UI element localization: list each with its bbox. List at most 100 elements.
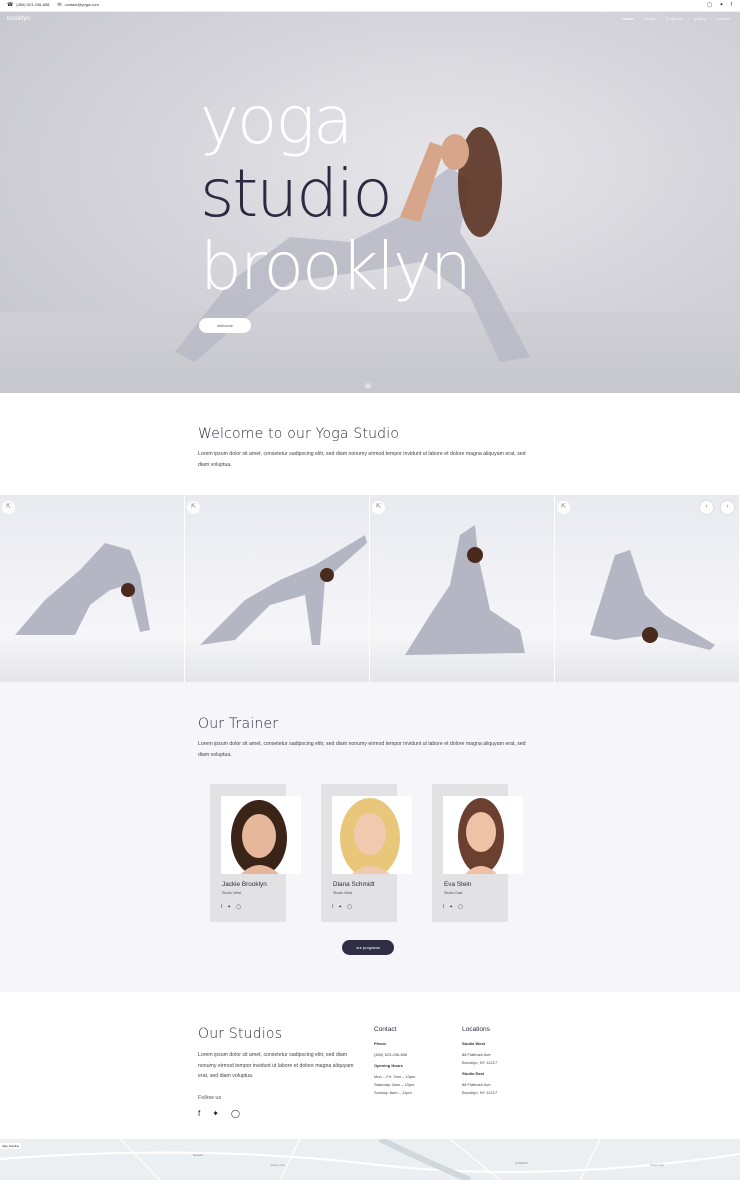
expand-icon[interactable]: ⇱ xyxy=(2,501,15,514)
map-label: Newark xyxy=(193,1153,204,1157)
welcome-heading: Welcome to our Yoga Studio xyxy=(198,426,400,442)
twitter-icon[interactable]: ✦ xyxy=(449,904,453,910)
instagram-icon[interactable]: ◯ xyxy=(231,1109,240,1118)
hero-title: yoga studio brooklyn xyxy=(200,82,472,305)
studio-east-label: Studio East xyxy=(462,1071,485,1076)
top-bar: ☎ (450) 523-236-658 ✉ contact@yoga.com ◯ ✦… xyxy=(0,0,740,12)
gallery-prev-arrow[interactable]: ‹ xyxy=(700,501,713,514)
facebook-icon[interactable]: f xyxy=(443,904,444,910)
trainers-text: Lorem ipsum dolor sit amet, consetetur s… xyxy=(198,741,526,758)
studios-section: Our Studios Lorem ipsum dolor sit amet, … xyxy=(198,1026,363,1118)
email-item[interactable]: ✉ contact@yoga.com xyxy=(57,2,99,8)
trainer-studio: Studio East xyxy=(444,891,463,895)
trainer-socials: f ✦ ◯ xyxy=(221,904,241,910)
twitter-icon[interactable]: ✦ xyxy=(338,904,342,910)
trainer-cards: Jackie Brooklyn Studio West f ✦ ◯ Diana Sc… xyxy=(210,784,523,922)
trainer-photo xyxy=(332,796,412,874)
address-line: Brooklyn, NY 11217 xyxy=(462,1090,498,1095)
yoga-pose-image xyxy=(405,525,525,655)
trainers-heading: Our Trainer xyxy=(198,716,279,732)
trainer-photo xyxy=(221,796,301,874)
welcome-text: Lorem ipsum dolor sit amet, consetetur s… xyxy=(198,451,526,468)
phone-number[interactable]: (450) 523-236-658 xyxy=(374,1051,415,1058)
studio-west-label: Studio West xyxy=(462,1041,486,1046)
gallery-image[interactable]: ⇱ xyxy=(0,495,185,682)
gallery-image[interactable]: ⇱ xyxy=(370,495,555,682)
yoga-pose-image xyxy=(15,543,150,635)
hours-line: Saturday: 8am – 10pm xyxy=(374,1082,415,1087)
nav-gallery[interactable]: gallery xyxy=(694,16,706,21)
nav-separator: / xyxy=(638,16,640,21)
slider-dot[interactable] xyxy=(365,383,371,389)
trainer-studio: Studio West xyxy=(333,891,353,895)
nav-home[interactable]: home xyxy=(623,16,634,21)
hero: brooklyn home / studio / programs / gallery… xyxy=(0,12,740,393)
facebook-icon[interactable]: f xyxy=(332,904,333,910)
gallery-image[interactable]: ⇱ xyxy=(185,495,370,682)
twitter-icon[interactable]: ✦ xyxy=(212,1109,219,1118)
nav-programs[interactable]: programs xyxy=(666,16,683,21)
locations-heading: Locations xyxy=(462,1026,490,1033)
top-social: ◯ ✦ f xyxy=(707,2,732,8)
studios-text: Lorem ipsum dolor sit amet, consetetur s… xyxy=(198,1052,354,1079)
instagram-icon[interactable]: ◯ xyxy=(347,904,352,910)
facebook-icon[interactable]: f xyxy=(221,904,222,910)
gallery-next-arrow[interactable]: › xyxy=(721,501,734,514)
phone-label: Phone xyxy=(374,1041,387,1046)
trainer-card[interactable]: Jackie Brooklyn Studio West f ✦ ◯ xyxy=(210,784,301,922)
locations-column: Locations Studio West 88 Flatbush Ave Br… xyxy=(462,1026,497,1097)
instagram-icon[interactable]: ◯ xyxy=(707,2,713,8)
trainer-card[interactable]: Diana Schmidt Studio West f ✦ ◯ xyxy=(321,784,412,922)
address-line: 88 Flatbush Ave xyxy=(462,1052,491,1057)
footer-socials: f ✦ ◯ xyxy=(198,1109,363,1118)
trainer-photo xyxy=(443,796,523,874)
follow-us-label: Follow us xyxy=(198,1094,222,1101)
expand-icon[interactable]: ⇱ xyxy=(187,501,200,514)
trainer-name: Jackie Brooklyn xyxy=(222,881,267,888)
gallery: ⇱ ⇱ ⇱ ⇱ xyxy=(0,495,740,682)
our-programs-button[interactable]: our programs xyxy=(342,940,394,955)
trainer-socials: f ✦ ◯ xyxy=(443,904,463,910)
trainer-card[interactable]: Eva Stein Studio East f ✦ ◯ xyxy=(432,784,523,922)
hours-line: Mon – Fri: 7am – 10pm xyxy=(374,1074,416,1079)
map-type-control[interactable]: Map Satellite xyxy=(0,1143,22,1149)
studios-heading: Our Studios xyxy=(198,1026,283,1042)
instagram-icon[interactable]: ◯ xyxy=(236,904,241,910)
trainer-socials: f ✦ ◯ xyxy=(332,904,352,910)
twitter-icon[interactable]: ✦ xyxy=(227,904,231,910)
expand-icon[interactable]: ⇱ xyxy=(372,501,385,514)
brand-logo[interactable]: brooklyn xyxy=(7,16,30,22)
hero-title-line: yoga xyxy=(200,82,353,159)
welcome-button[interactable]: welcome xyxy=(199,318,251,333)
contact-column: Contact Phone (450) 523-236-658 Opening … xyxy=(374,1026,415,1097)
address-line: 88 Flatbush Ave xyxy=(462,1082,491,1087)
main-nav: home / studio / programs / gallery / contact xyxy=(623,16,730,21)
phone-item[interactable]: ☎ (450) 523-236-658 xyxy=(7,2,49,8)
address-line: Brooklyn, NY 11217 xyxy=(462,1060,498,1065)
mail-icon: ✉ xyxy=(57,2,62,8)
hours-line: Sunday: 8am – 11pm xyxy=(374,1090,412,1095)
yoga-pose-image xyxy=(200,535,367,645)
gallery-image[interactable]: ⇱ xyxy=(555,495,740,682)
map[interactable]: Map Satellite Newark Jersey City QUEENS … xyxy=(0,1139,740,1180)
expand-icon[interactable]: ⇱ xyxy=(557,501,570,514)
facebook-icon[interactable]: f xyxy=(198,1109,200,1118)
yoga-pose-image xyxy=(590,550,715,650)
nav-separator: / xyxy=(710,16,713,21)
nav-contact[interactable]: contact xyxy=(717,16,730,21)
twitter-icon[interactable]: ✦ xyxy=(719,2,723,8)
hero-title-line: brooklyn xyxy=(200,228,472,305)
phone-text: (450) 523-236-658 xyxy=(16,2,50,7)
email-text: contact@yoga.com xyxy=(64,2,99,7)
phone-icon: ☎ xyxy=(7,2,14,8)
facebook-icon[interactable]: f xyxy=(731,2,732,8)
trainer-name: Diana Schmidt xyxy=(333,881,375,888)
hours-label: Opening Hours xyxy=(374,1063,403,1068)
hero-title-line: studio xyxy=(200,155,393,232)
nav-studio[interactable]: studio xyxy=(644,16,655,21)
instagram-icon[interactable]: ◯ xyxy=(458,904,463,910)
welcome-section: Welcome to our Yoga Studio Lorem ipsum d… xyxy=(198,426,528,470)
trainers-intro: Our Trainer Lorem ipsum dolor sit amet, … xyxy=(198,716,528,760)
map-label: Jersey City xyxy=(270,1163,285,1167)
trainer-studio: Studio West xyxy=(222,891,242,895)
